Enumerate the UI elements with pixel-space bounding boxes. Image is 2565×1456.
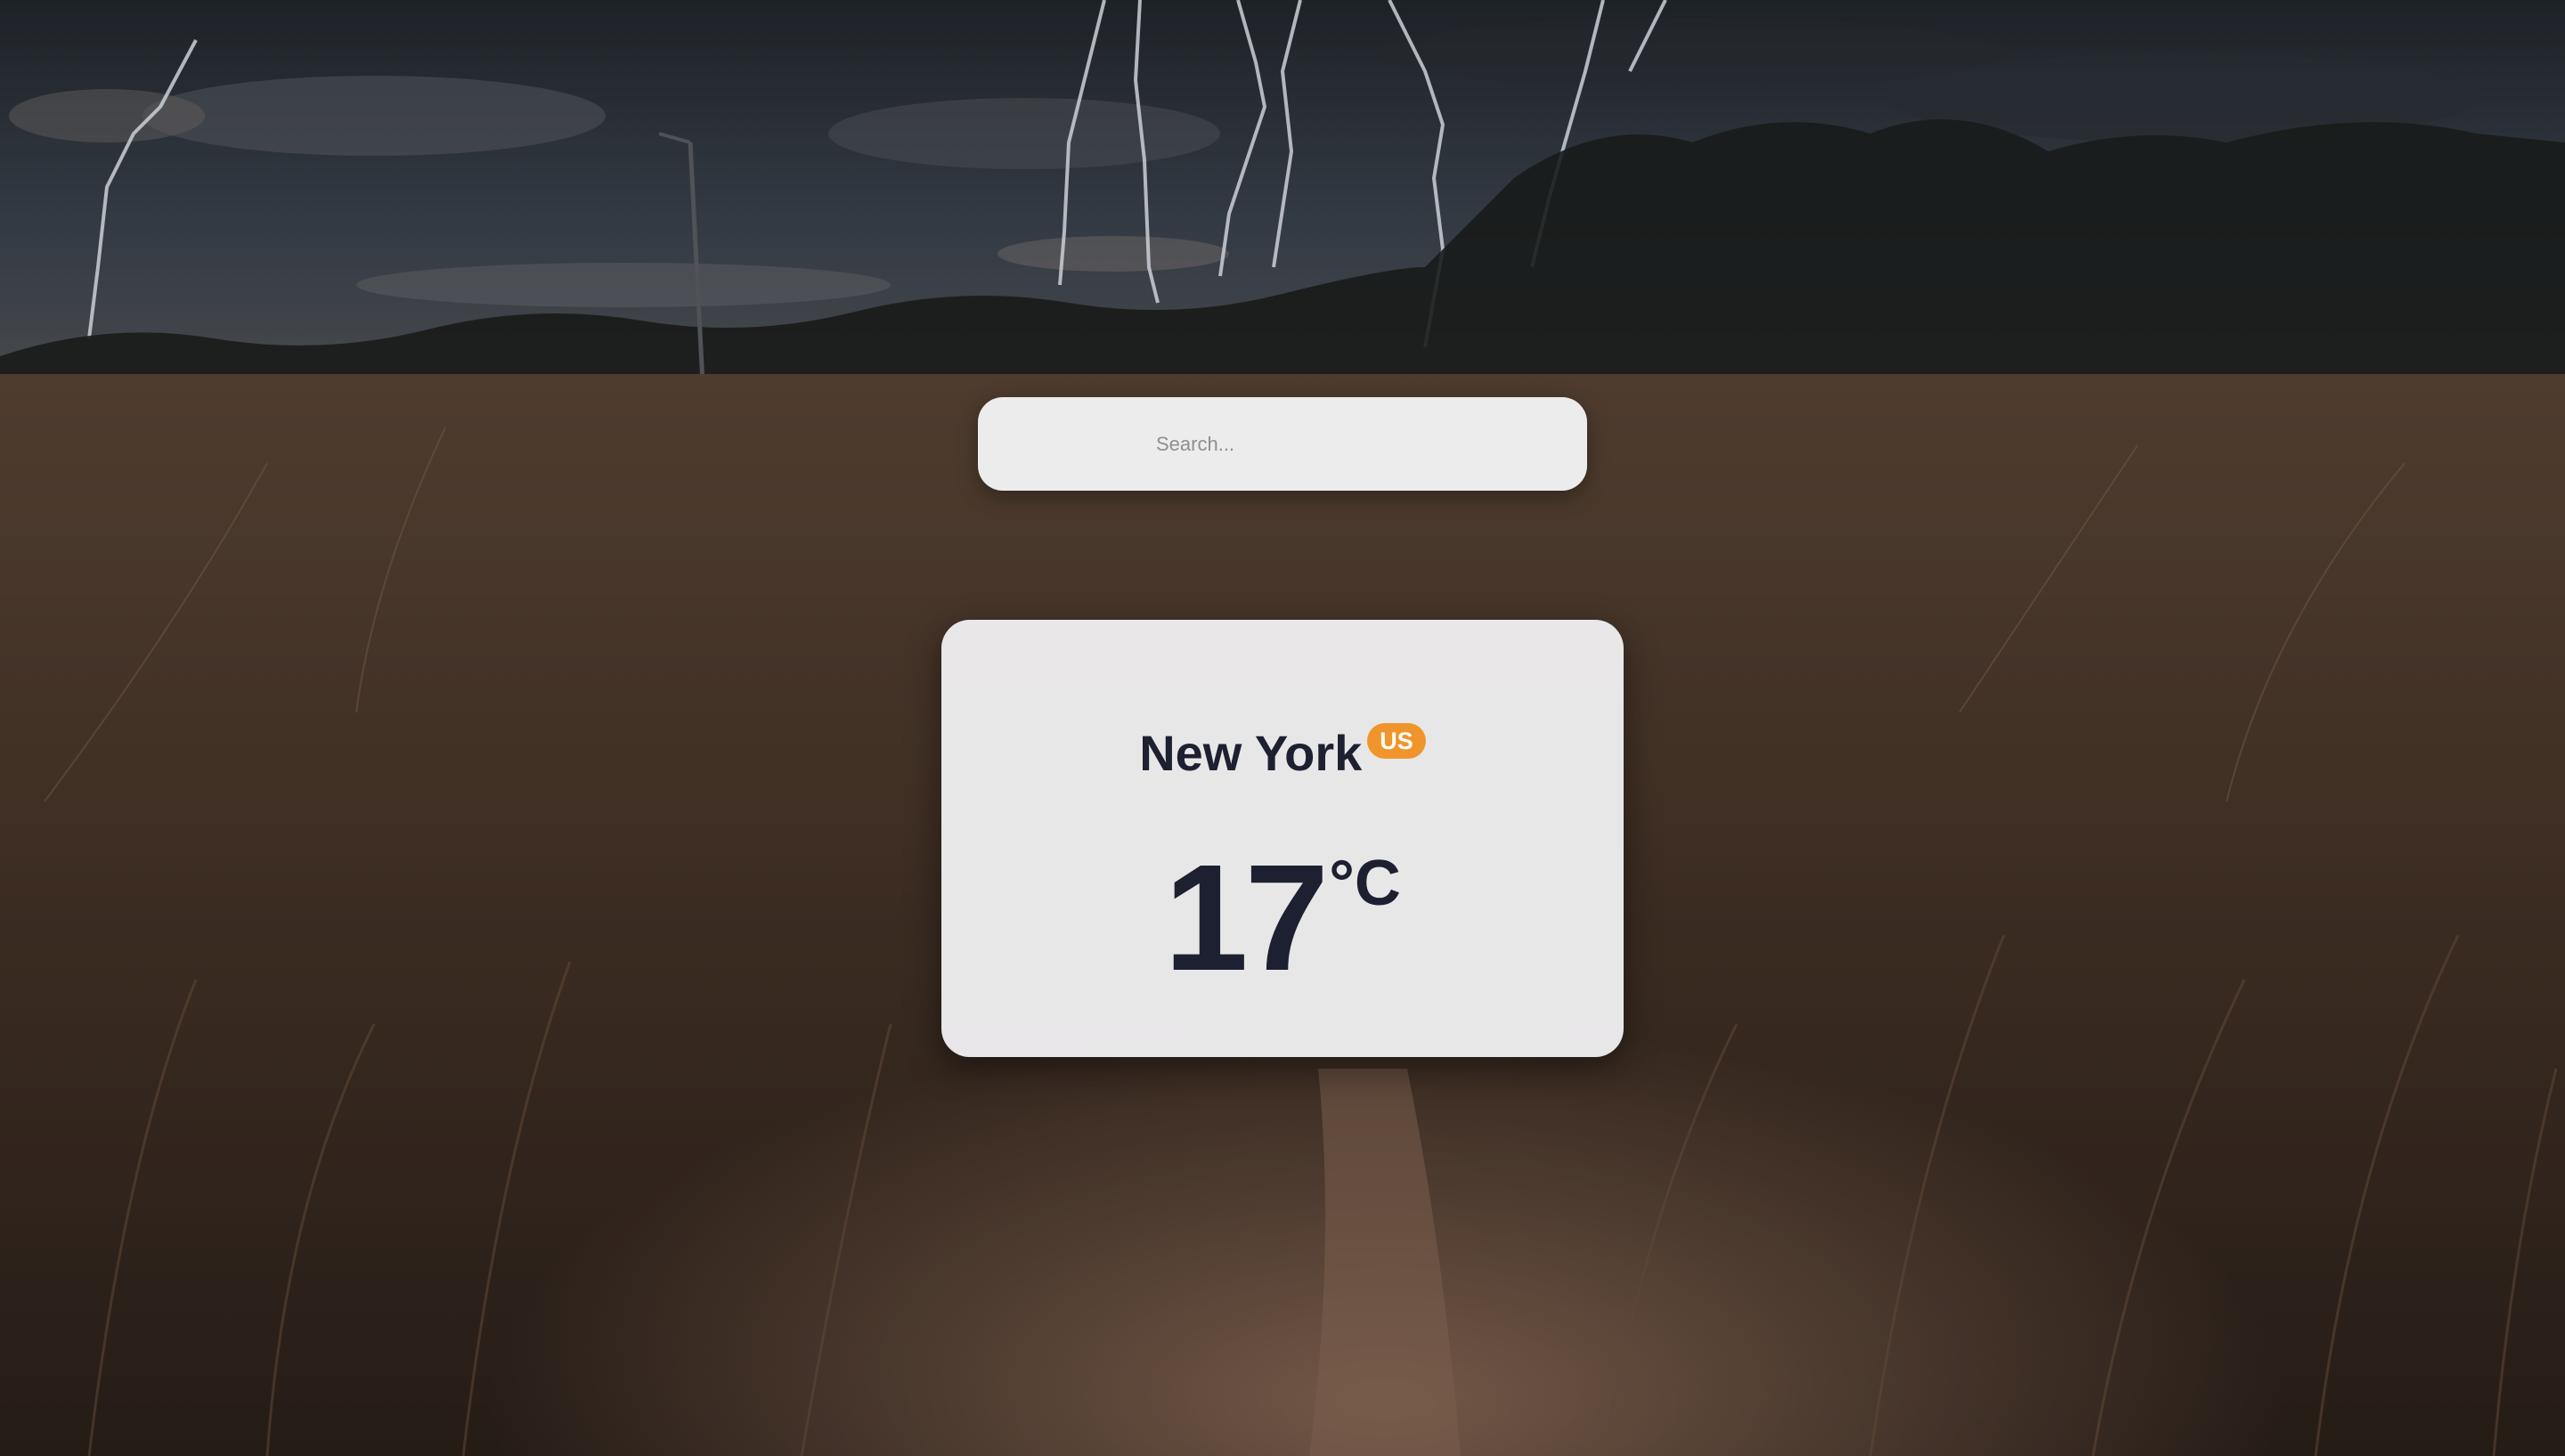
temperature-value: 17 xyxy=(1164,834,1329,1003)
weather-card: New York US 17 °C xyxy=(941,620,1624,1057)
location-row: New York US xyxy=(941,723,1624,782)
temperature-unit: °C xyxy=(1329,848,1401,919)
country-badge: US xyxy=(1367,723,1426,759)
temperature-row: 17 °C xyxy=(941,842,1624,994)
city-name: New York xyxy=(1139,725,1363,781)
search-input[interactable] xyxy=(978,397,1587,491)
